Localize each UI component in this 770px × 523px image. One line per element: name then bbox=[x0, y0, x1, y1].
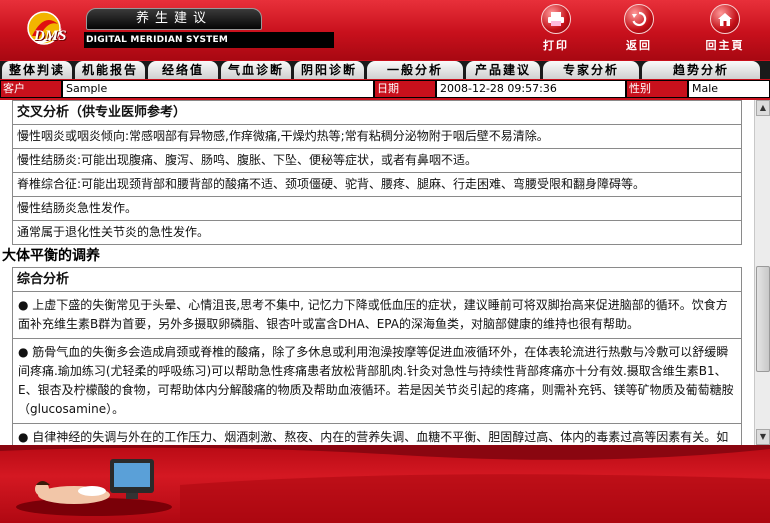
summary-title: 综合分析 bbox=[13, 268, 741, 292]
main-nav: 整体判读 机能报告 经络值 气血诊断 阴阳诊断 一般分析 产品建议 专家分析 趋… bbox=[0, 61, 770, 79]
tab-yin-yang[interactable]: 阴阳诊断 bbox=[294, 61, 364, 79]
report-scroll-area[interactable]: 交叉分析（供专业医师参考） 慢性咽炎或咽炎倾向:常感咽部有异物感,作痒微痛,干燥… bbox=[0, 100, 754, 445]
tab-expert-analysis[interactable]: 专家分析 bbox=[543, 61, 639, 79]
tab-qi-blood[interactable]: 气血诊断 bbox=[221, 61, 291, 79]
scroll-down-icon[interactable]: ▼ bbox=[756, 429, 770, 445]
back-label: 返回 bbox=[626, 39, 652, 52]
table-row: 慢性结肠炎:可能出现腹痛、腹泻、肠鸣、腹胀、下坠、便秘等症状，或者有鼻咽不适。 bbox=[13, 149, 741, 173]
home-label: 回主頁 bbox=[705, 39, 745, 52]
client-label: 客户 bbox=[0, 80, 62, 98]
table-row: 慢性咽炎或咽炎倾向:常感咽部有异物感,作痒微痛,干燥灼热等;常有粘稠分泌物附于咽… bbox=[13, 125, 741, 149]
app-header: DMS 养生建议 DIGITAL MERIDIAN SYSTEM 打印 返回 回… bbox=[0, 0, 770, 60]
cross-analysis-title: 交叉分析（供专业医师参考） bbox=[13, 101, 741, 125]
scroll-up-icon[interactable]: ▲ bbox=[756, 100, 770, 116]
table-row: 脊椎综合征:可能出现颈背部和腰背部的酸痛不适、颈项僵硬、驼背、腰疼、腿麻、行走困… bbox=[13, 173, 741, 197]
print-button[interactable]: 打印 bbox=[531, 4, 581, 52]
table-row: ● 上虚下盛的失衡常见于头晕、心情沮丧,思考不集中, 记忆力下降或低血压的症状，… bbox=[13, 292, 741, 339]
back-button[interactable]: 返回 bbox=[614, 4, 664, 52]
table-row: ● 自律神经的失调与外在的工作压力、烟酒刺激、熬夜、内在的营养失调、血糖不平衡、… bbox=[18, 430, 729, 444]
client-info-bar: 客户 Sample 日期 2008-12-28 09:57:36 性别 Male bbox=[0, 80, 770, 98]
cross-analysis-table: 交叉分析（供专业医师参考） 慢性咽炎或咽炎倾向:常感咽部有异物感,作痒微痛,干燥… bbox=[12, 100, 742, 245]
app-footer bbox=[0, 445, 770, 523]
page-title: 养生建议 bbox=[86, 8, 262, 30]
report-panel: 交叉分析（供专业医师参考） 慢性咽炎或咽炎倾向:常感咽部有异物感,作痒微痛,干燥… bbox=[0, 100, 770, 445]
table-row: ● 筋骨气血的失衡多会造成肩颈或脊椎的酸痛，除了多休息或利用泡澡按摩等促进血液循… bbox=[13, 339, 741, 424]
print-label: 打印 bbox=[543, 39, 569, 52]
vertical-scrollbar[interactable]: ▲ ▼ bbox=[754, 100, 770, 445]
tab-overall[interactable]: 整体判读 bbox=[2, 61, 72, 79]
gender-value: Male bbox=[688, 80, 770, 98]
date-label: 日期 bbox=[374, 80, 436, 98]
date-value: 2008-12-28 09:57:36 bbox=[436, 80, 626, 98]
home-icon bbox=[710, 4, 740, 34]
spa-illustration-icon bbox=[16, 459, 172, 516]
printer-icon bbox=[541, 4, 571, 34]
tab-meridian-values[interactable]: 经络值 bbox=[148, 61, 218, 79]
balance-section-title: 大体平衡的调养 bbox=[2, 248, 100, 264]
home-button[interactable]: 回主頁 bbox=[700, 4, 750, 52]
client-value: Sample bbox=[62, 80, 374, 98]
tab-general-analysis[interactable]: 一般分析 bbox=[367, 61, 463, 79]
summary-table: 综合分析 ● 上虚下盛的失衡常见于头晕、心情沮丧,思考不集中, 记忆力下降或低血… bbox=[12, 267, 742, 445]
tab-function-report[interactable]: 机能报告 bbox=[75, 61, 145, 79]
back-icon bbox=[624, 4, 654, 34]
logo-text: DMS bbox=[34, 28, 67, 44]
table-row: 通常属于退化性关节炎的急性发作。 bbox=[17, 225, 210, 239]
scroll-thumb[interactable] bbox=[756, 266, 770, 372]
gender-label: 性别 bbox=[626, 80, 688, 98]
table-row: 慢性结肠炎急性发作。 bbox=[13, 197, 741, 221]
tab-product-advice[interactable]: 产品建议 bbox=[466, 61, 540, 79]
tab-trend-analysis[interactable]: 趋势分析 bbox=[642, 61, 760, 79]
system-name: DIGITAL MERIDIAN SYSTEM bbox=[84, 32, 334, 48]
